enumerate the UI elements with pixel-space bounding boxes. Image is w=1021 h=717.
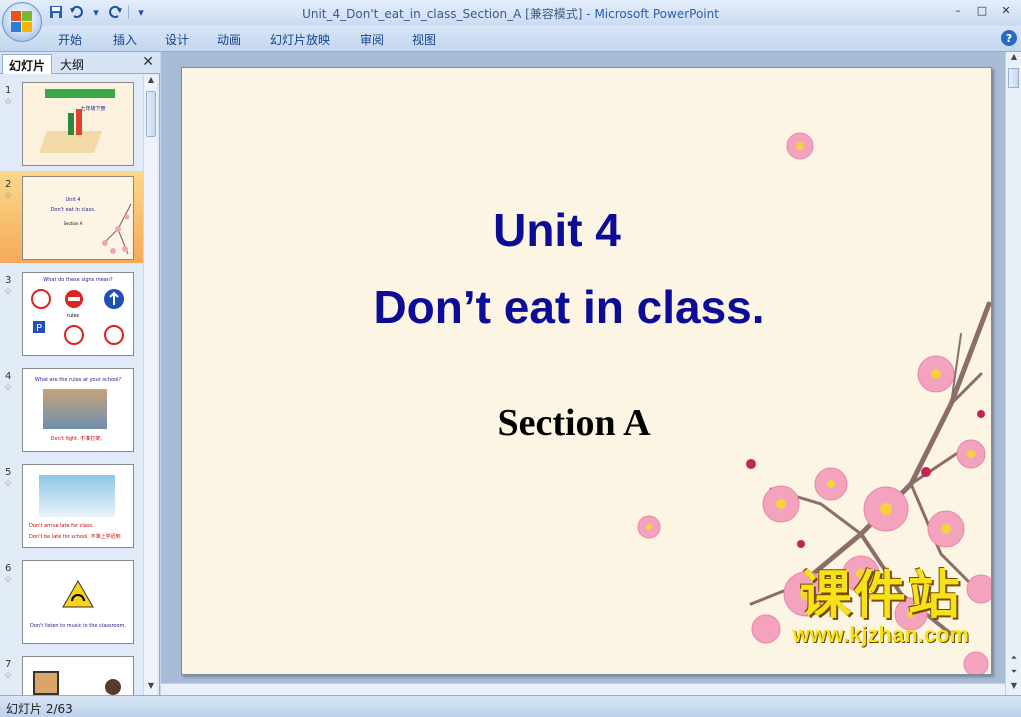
thumb-book-image [68, 113, 74, 135]
editor-scrollbar[interactable]: ▲ ⏶ ⏷ ▼ [1005, 52, 1021, 695]
slide-preview: Don't arrive late for class. Don't be la… [22, 464, 134, 548]
transition-icon: ☆ [4, 383, 13, 393]
scroll-thumb[interactable] [146, 91, 156, 137]
thumb-photo [39, 475, 115, 517]
tab-review[interactable]: 审阅 [360, 31, 384, 48]
thumb-title-banner [45, 89, 115, 98]
tab-outline[interactable]: 大纲 [54, 54, 90, 74]
watermark-logo: 课件站 www.kjzhan.com [793, 553, 969, 648]
pane-close-icon[interactable]: ✕ [142, 54, 154, 70]
editor-horizontal-scrollbar[interactable] [161, 683, 1005, 695]
thumb-text: 七年级下册 [80, 106, 106, 112]
thumb-text: Don't listen to music in the classroom. [29, 623, 127, 629]
slide-number: 7 [5, 659, 12, 670]
slide-thumbnail-6[interactable]: 6 ☆ Don't listen to music in the classro… [0, 555, 144, 647]
slide-preview: Unit 4 Don't eat in class. Section A [22, 176, 134, 260]
slide-number: 5 [5, 467, 12, 478]
thumb-text: Don't arrive late for class. [29, 523, 94, 529]
document-title: Unit_4_Don't_eat_in_class_Section_A [兼容模… [302, 7, 583, 21]
slide-thumbnail-list: 1 ☆ 七年级下册 2 ☆ Unit 4 Don't eat in class.… [0, 75, 144, 695]
slide-counter: 幻灯片 2/63 [6, 702, 73, 716]
thumb-text: rules [66, 313, 80, 319]
thumb-headphone-sign [62, 579, 94, 608]
title-separator: - [582, 7, 595, 21]
slide-editor: Unit 4 Don’t eat in class. Section A 课件站… [161, 52, 1021, 695]
scroll-down-icon[interactable]: ▼ [1006, 681, 1021, 695]
watermark-text: 课件站 [799, 566, 962, 626]
close-button[interactable]: ✕ [995, 2, 1017, 18]
scroll-up-icon[interactable]: ▲ [144, 75, 158, 89]
help-icon[interactable]: ? [1001, 30, 1017, 46]
current-slide[interactable]: Unit 4 Don’t eat in class. Section A 课件站… [181, 67, 992, 675]
transition-icon: ☆ [4, 191, 13, 201]
slide-thumbnail-5[interactable]: 5 ☆ Don't arrive late for class. Don't b… [0, 459, 144, 551]
tab-design[interactable]: 设计 [165, 31, 189, 48]
slide-thumbnail-1[interactable]: 1 ☆ 七年级下册 [0, 77, 144, 169]
thumb-photo [43, 389, 107, 429]
slide-thumbnail-7[interactable]: 7 ☆ [0, 651, 144, 695]
maximize-button[interactable]: □ [971, 2, 993, 18]
slide-number: 2 [5, 179, 12, 190]
minimize-button[interactable]: – [947, 2, 969, 18]
window-controls: – □ ✕ [947, 2, 1017, 18]
thumb-book-image [76, 109, 82, 135]
scroll-up-icon[interactable]: ▲ [1006, 52, 1021, 66]
tab-animation[interactable]: 动画 [217, 31, 241, 48]
slide-preview: 七年级下册 [22, 82, 134, 166]
thumb-text: Don't be late for school. 不准上学迟到 [29, 534, 121, 540]
slides-pane: 幻灯片 大纲 ✕ 1 ☆ 七年级下册 2 ☆ Unit 4 Don't eat … [0, 52, 160, 695]
thumb-blossom-image [102, 203, 132, 255]
transition-icon: ☆ [4, 575, 13, 585]
office-button[interactable] [2, 2, 42, 42]
ribbon-tabs: 开始 插入 设计 动画 幻灯片放映 审阅 视图 ? [0, 26, 1021, 52]
scroll-thumb[interactable] [1008, 68, 1019, 88]
slide-number: 6 [5, 563, 12, 574]
tab-view[interactable]: 视图 [412, 31, 436, 48]
thumb-text: Don't fight. 不准打架。 [50, 436, 106, 442]
app-name: Microsoft PowerPoint [594, 7, 719, 21]
thumb-picture [105, 679, 121, 695]
window-title: Unit_4_Don't_eat_in_class_Section_A [兼容模… [0, 5, 1021, 22]
tab-home[interactable]: 开始 [58, 31, 82, 48]
thumbnail-scrollbar[interactable]: ▲ ▼ [143, 75, 157, 695]
transition-icon: ☆ [4, 479, 13, 489]
thumb-signs-image: P [31, 289, 124, 345]
slide-number: 4 [5, 371, 12, 382]
transition-icon: ☆ [4, 287, 13, 297]
slide-thumbnail-3[interactable]: 3 ☆ What do these signs mean? P rules [0, 267, 144, 359]
blossom-flower-image [786, 132, 814, 160]
next-slide-icon[interactable]: ⏷ [1006, 667, 1021, 681]
tab-slideshow[interactable]: 幻灯片放映 [270, 31, 330, 48]
prev-slide-icon[interactable]: ⏶ [1006, 653, 1021, 667]
svg-text:P: P [36, 323, 42, 334]
slide-number: 3 [5, 275, 12, 286]
slide-title-line1[interactable]: Unit 4 [182, 203, 932, 257]
thumb-text: What do these signs mean? [43, 277, 113, 283]
thumb-text: What are the rules at your school? [34, 377, 122, 383]
status-bar: 幻灯片 2/63 [0, 695, 1021, 717]
transition-icon: ☆ [4, 671, 13, 681]
slide-preview: Don't listen to music in the classroom. [22, 560, 134, 644]
slide-preview [22, 656, 134, 695]
slide-preview: What do these signs mean? P rules [22, 272, 134, 356]
pane-tabs: 幻灯片 大纲 ✕ [0, 52, 160, 74]
thumb-picture [33, 671, 59, 695]
slide-thumbnail-2[interactable]: 2 ☆ Unit 4 Don't eat in class. Section A [0, 171, 144, 263]
scroll-down-icon[interactable]: ▼ [144, 681, 158, 695]
slide-number: 1 [5, 85, 12, 96]
title-bar: ▾ ▾ Unit_4_Don't_eat_in_class_Section_A … [0, 0, 1021, 26]
office-logo-icon [11, 11, 33, 33]
blossom-flower-image [637, 515, 661, 539]
slide-preview: What are the rules at your school? Don't… [22, 368, 134, 452]
slide-thumbnail-4[interactable]: 4 ☆ What are the rules at your school? D… [0, 363, 144, 455]
tab-insert[interactable]: 插入 [113, 31, 137, 48]
tab-slides[interactable]: 幻灯片 [2, 54, 53, 74]
transition-icon: ☆ [4, 97, 13, 107]
watermark-url: www.kjzhan.com [792, 622, 969, 647]
